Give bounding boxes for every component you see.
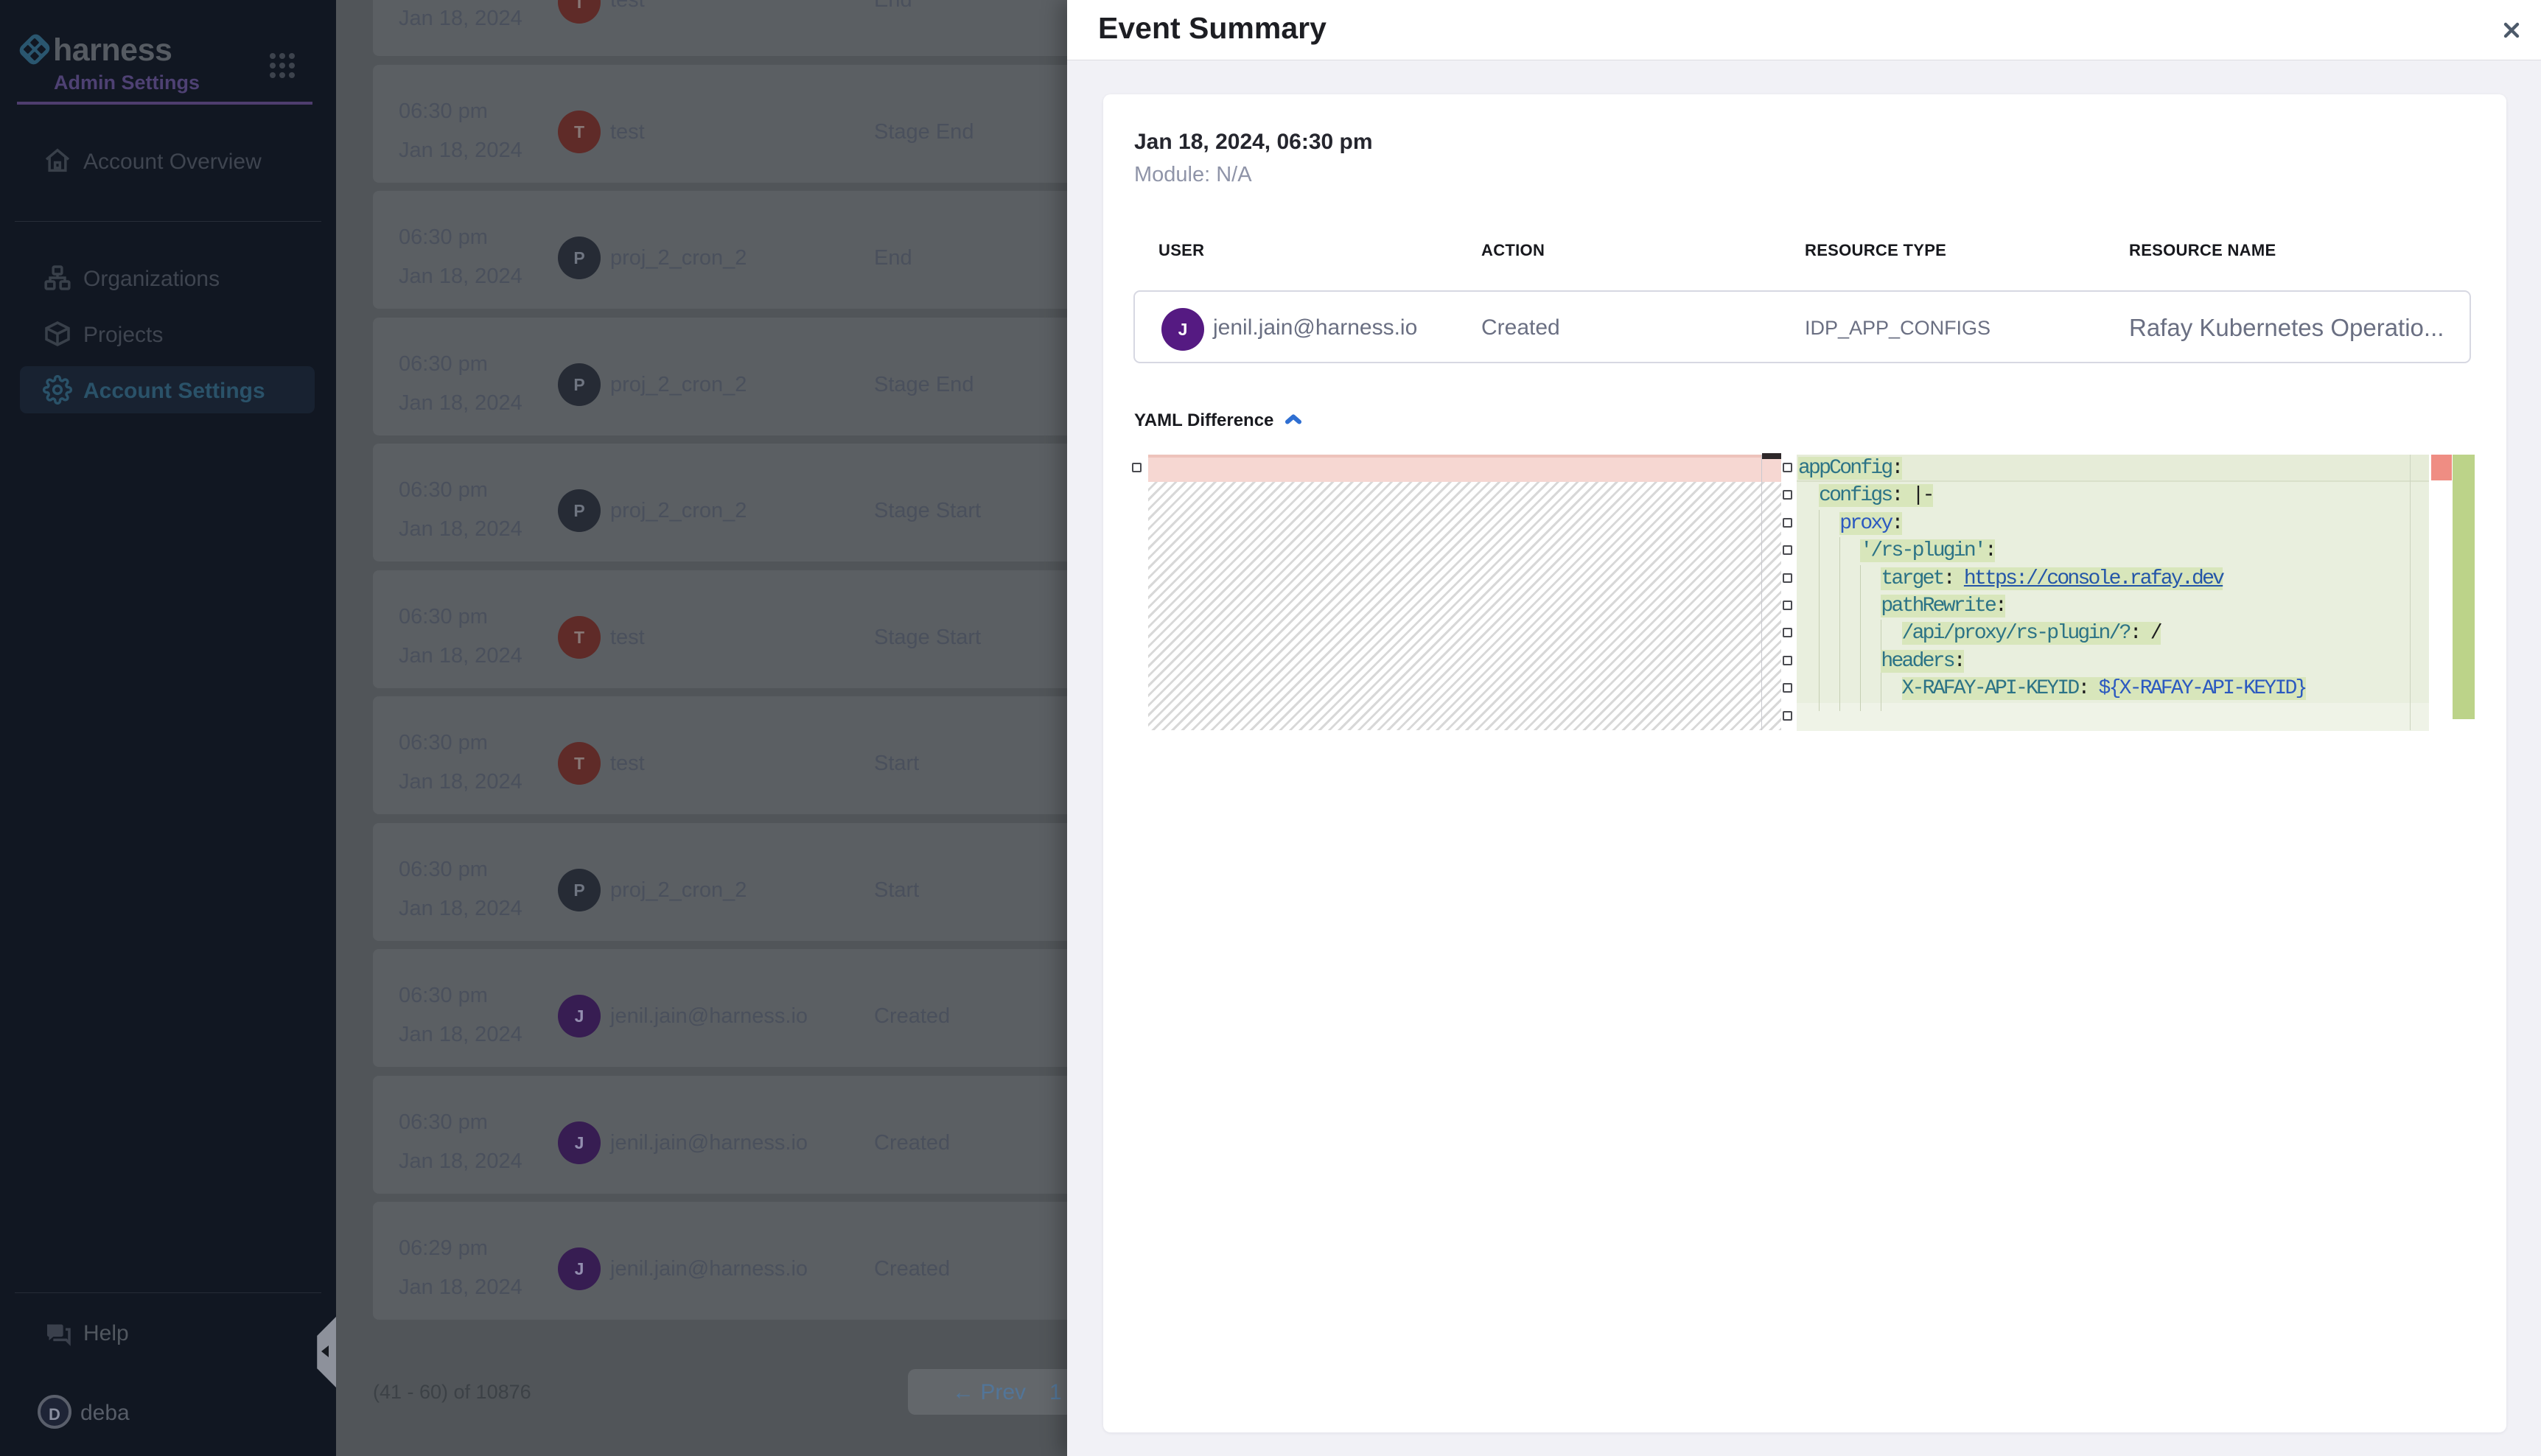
svg-text:?: ? [52,1323,58,1336]
